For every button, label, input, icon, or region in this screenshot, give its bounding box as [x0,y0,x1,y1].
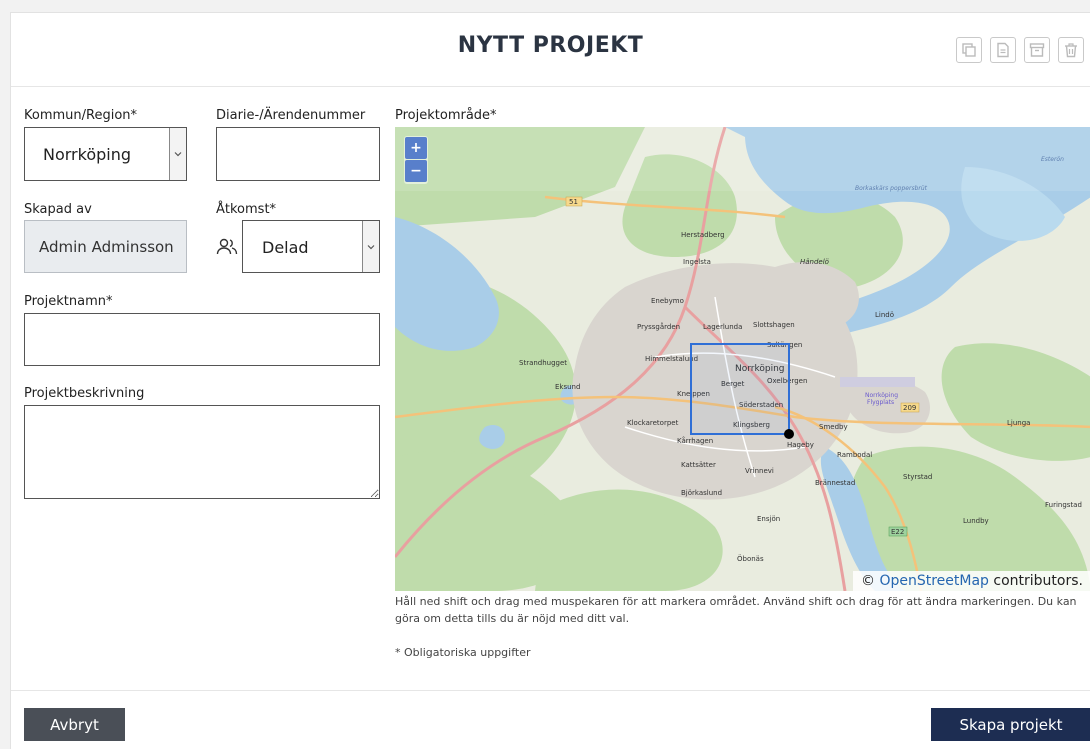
svg-text:Händelö: Händelö [800,258,829,266]
zoom-out-button[interactable]: − [405,160,427,182]
header-actions [956,37,1084,63]
svg-text:Kårrhagen: Kårrhagen [677,436,713,445]
svg-text:Slottshagen: Slottshagen [753,321,795,329]
access-select[interactable]: Delad [242,220,380,273]
svg-text:Lagerlunda: Lagerlunda [703,323,742,331]
dialog-header: NYTT PROJEKT [11,13,1090,87]
cancel-button[interactable]: Avbryt [24,708,125,741]
map-attribution: © OpenStreetMap contributors. [853,571,1090,591]
svg-text:51: 51 [569,198,578,206]
svg-text:Lindö: Lindö [875,311,894,319]
municipality-label: Kommun/Region* [24,108,138,123]
attribution-prefix: © [861,573,880,589]
project-description-label: Projektbeskrivning [24,386,145,401]
svg-text:Vrinnevi: Vrinnevi [745,467,774,475]
create-project-button[interactable]: Skapa projekt [931,708,1090,741]
svg-text:Ljunga: Ljunga [1007,419,1030,427]
svg-text:Björkaslund: Björkaslund [681,489,722,497]
svg-text:Eksund: Eksund [555,383,580,391]
map-help-text: Håll ned shift och drag med muspekaren f… [395,595,1077,625]
project-description-textarea[interactable] [24,405,380,499]
chevron-down-icon [362,221,379,272]
access-value: Delad [262,238,309,257]
svg-text:Rambodal: Rambodal [837,451,872,459]
svg-text:Flygplats: Flygplats [867,399,894,406]
municipality-select[interactable]: Norrköping [24,127,187,181]
svg-text:Hageby: Hageby [787,441,814,449]
project-area-label: Projektområde* [395,108,497,123]
svg-text:209: 209 [903,404,916,412]
dialog-title: NYTT PROJEKT [457,33,644,58]
new-project-dialog: NYTT PROJEKT Kommun/Region* Norrköping D… [10,12,1090,749]
project-name-label: Projektnamn* [24,294,113,309]
openstreetmap-link[interactable]: OpenStreetMap [879,573,988,589]
svg-text:Norrköping: Norrköping [865,392,898,399]
case-number-label: Diarie-/Ärendenummer [216,108,366,123]
svg-text:Strandhugget: Strandhugget [519,359,567,367]
access-label: Åtkomst* [216,202,277,217]
municipality-value: Norrköping [43,145,132,164]
users-icon [216,236,238,262]
project-area-map[interactable]: Norrköping Flygplats 51 209 E22 Herstadb… [395,127,1090,591]
map-tiles: Norrköping Flygplats 51 209 E22 Herstadb… [395,127,1090,591]
zoom-control: + − [404,136,428,184]
created-by-field: Admin Adminsson [24,220,187,273]
required-fields-note: * Obligatoriska uppgifter [395,646,531,659]
selection-rectangle[interactable] [690,343,790,435]
svg-text:Enebymo: Enebymo [651,297,684,305]
attribution-suffix: contributors. [988,573,1083,589]
zoom-in-button[interactable]: + [405,137,427,159]
project-name-input[interactable] [24,313,380,366]
svg-text:Lundby: Lundby [963,517,989,525]
footer-divider [11,690,1090,691]
svg-text:Öbonäs: Öbonäs [737,554,764,563]
case-number-input[interactable] [216,127,380,181]
document-icon[interactable] [990,37,1016,63]
svg-text:Ensjön: Ensjön [757,515,780,523]
svg-text:Smedby: Smedby [819,423,848,431]
svg-text:Pryssgården: Pryssgården [637,322,680,331]
copy-icon[interactable] [956,37,982,63]
svg-text:Ingelsta: Ingelsta [683,258,711,266]
svg-text:Furingstad: Furingstad [1045,501,1082,509]
svg-text:Herstadberg: Herstadberg [681,231,725,239]
svg-text:Kattsätter: Kattsätter [681,461,716,469]
svg-text:Klockaretorpet: Klockaretorpet [627,419,679,427]
svg-text:Styrstad: Styrstad [903,473,932,481]
selection-handle[interactable] [784,429,794,439]
created-by-label: Skapad av [24,202,92,217]
trash-icon[interactable] [1058,37,1084,63]
svg-text:E22: E22 [891,528,904,536]
chevron-down-icon [169,128,186,180]
svg-text:Brännestad: Brännestad [815,479,855,487]
archive-icon[interactable] [1024,37,1050,63]
